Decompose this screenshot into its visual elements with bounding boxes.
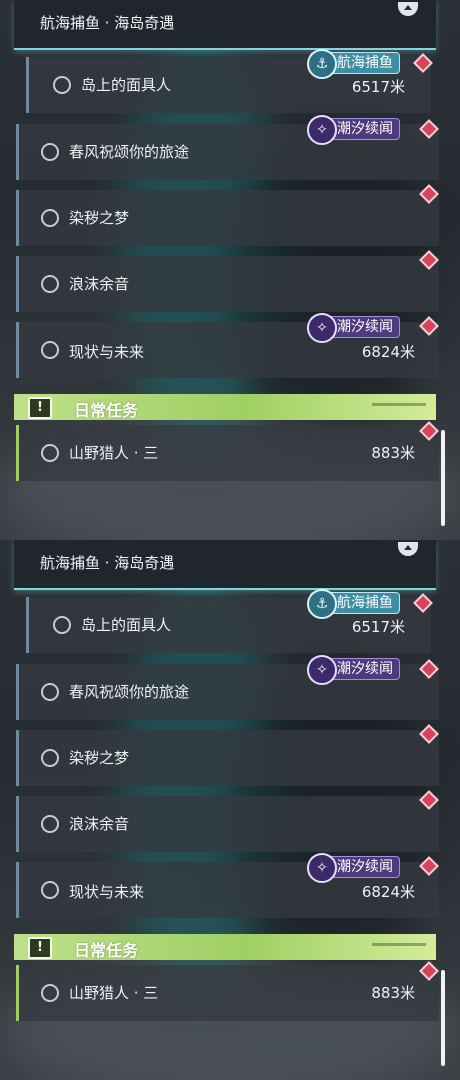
tag-label: 航海捕鱼	[337, 55, 393, 71]
quest-distance: 883米	[371, 444, 415, 462]
quest-status-circle-icon	[41, 143, 59, 161]
quest-group-header[interactable]: 航海捕鱼 · 海岛奇遇	[14, 0, 436, 50]
daily-task-header[interactable]: ! 日常任务	[14, 934, 436, 960]
quest-name: 现状与未来	[69, 343, 145, 361]
quest-name: 春风祝颂你的旅途	[69, 143, 190, 161]
swirl-icon: ✧	[307, 313, 337, 343]
quest-status-circle-icon	[41, 749, 59, 767]
decorative-line	[372, 403, 426, 406]
quest-name: 染秽之梦	[69, 749, 130, 767]
exclamation-icon: !	[28, 937, 52, 959]
quest-name: 浪沫余音	[69, 275, 130, 293]
tide-tag: ✧ 潮汐续闻	[307, 853, 400, 883]
quest-name: 春风祝颂你的旅途	[69, 683, 190, 701]
quest-distance: 6824米	[361, 883, 415, 901]
chevron-up-icon[interactable]	[398, 2, 418, 16]
tag-label: 潮汐续闻	[337, 121, 393, 137]
scrollbar-thumb[interactable]	[441, 970, 445, 1066]
fishing-tag: ⚓ 航海捕鱼	[307, 589, 400, 619]
quest-status-circle-icon	[41, 683, 59, 701]
daily-quest-item[interactable]: 山野猎人 · 三 883米	[16, 425, 439, 481]
quest-status-circle-icon	[41, 984, 59, 1002]
decorative-line	[372, 943, 426, 946]
quest-distance: 6517米	[351, 78, 405, 96]
tide-tag: ✧ 潮汐续闻	[307, 313, 400, 343]
quest-name: 山野猎人 · 三	[69, 984, 159, 1002]
quest-distance: 6824米	[361, 343, 415, 361]
swirl-icon: ✧	[307, 115, 337, 145]
quest-item[interactable]: 浪沫余音	[16, 796, 439, 852]
daily-task-label: 日常任务	[74, 401, 139, 420]
fishing-tag: ⚓ 航海捕鱼	[307, 49, 400, 79]
daily-quest-item[interactable]: 山野猎人 · 三 883米	[16, 965, 439, 1021]
quest-group-header[interactable]: 航海捕鱼 · 海岛奇遇	[14, 540, 436, 590]
swirl-icon: ✧	[307, 655, 337, 685]
exclamation-icon: !	[28, 397, 52, 419]
quest-panel: 航海捕鱼 · 海岛奇遇 岛上的面具人 6517米 ⚓ 航海捕鱼 春风祝颂你的旅途…	[0, 540, 460, 1080]
tag-label: 潮汐续闻	[337, 661, 393, 677]
quest-item[interactable]: 染秽之梦	[16, 190, 439, 246]
quest-name: 染秽之梦	[69, 209, 130, 227]
quest-group-title: 航海捕鱼 · 海岛奇遇	[40, 14, 175, 32]
quest-group-title: 航海捕鱼 · 海岛奇遇	[40, 554, 175, 572]
quest-status-circle-icon	[41, 444, 59, 462]
quest-distance: 6517米	[351, 618, 405, 636]
anchor-fish-icon: ⚓	[307, 589, 337, 619]
chevron-up-icon[interactable]	[398, 542, 418, 556]
quest-status-circle-icon	[53, 76, 71, 94]
swirl-icon: ✧	[307, 853, 337, 883]
tag-label: 潮汐续闻	[337, 859, 393, 875]
anchor-fish-icon: ⚓	[307, 49, 337, 79]
quest-name: 岛上的面具人	[81, 616, 172, 634]
tag-label: 航海捕鱼	[337, 595, 393, 611]
quest-status-circle-icon	[41, 881, 59, 899]
daily-task-header[interactable]: ! 日常任务	[14, 394, 436, 420]
quest-name: 现状与未来	[69, 883, 145, 901]
quest-distance: 883米	[371, 984, 415, 1002]
quest-status-circle-icon	[41, 275, 59, 293]
scrollbar-track[interactable]	[441, 430, 445, 526]
tide-tag: ✧ 潮汐续闻	[307, 655, 400, 685]
quest-name: 岛上的面具人	[81, 76, 172, 94]
scrollbar-thumb[interactable]	[441, 430, 445, 526]
tag-label: 潮汐续闻	[337, 319, 393, 335]
quest-status-circle-icon	[41, 209, 59, 227]
quest-status-circle-icon	[41, 341, 59, 359]
quest-item[interactable]: 浪沫余音	[16, 256, 439, 312]
scrollbar-track[interactable]	[441, 970, 445, 1066]
quest-status-circle-icon	[53, 616, 71, 634]
quest-status-circle-icon	[41, 815, 59, 833]
quest-name: 浪沫余音	[69, 815, 130, 833]
quest-panel: 航海捕鱼 · 海岛奇遇 岛上的面具人 6517米 ⚓ 航海捕鱼 春风祝颂你的旅途…	[0, 0, 460, 540]
daily-task-label: 日常任务	[74, 941, 139, 960]
tide-tag: ✧ 潮汐续闻	[307, 115, 400, 145]
quest-item[interactable]: 染秽之梦	[16, 730, 439, 786]
quest-name: 山野猎人 · 三	[69, 444, 159, 462]
